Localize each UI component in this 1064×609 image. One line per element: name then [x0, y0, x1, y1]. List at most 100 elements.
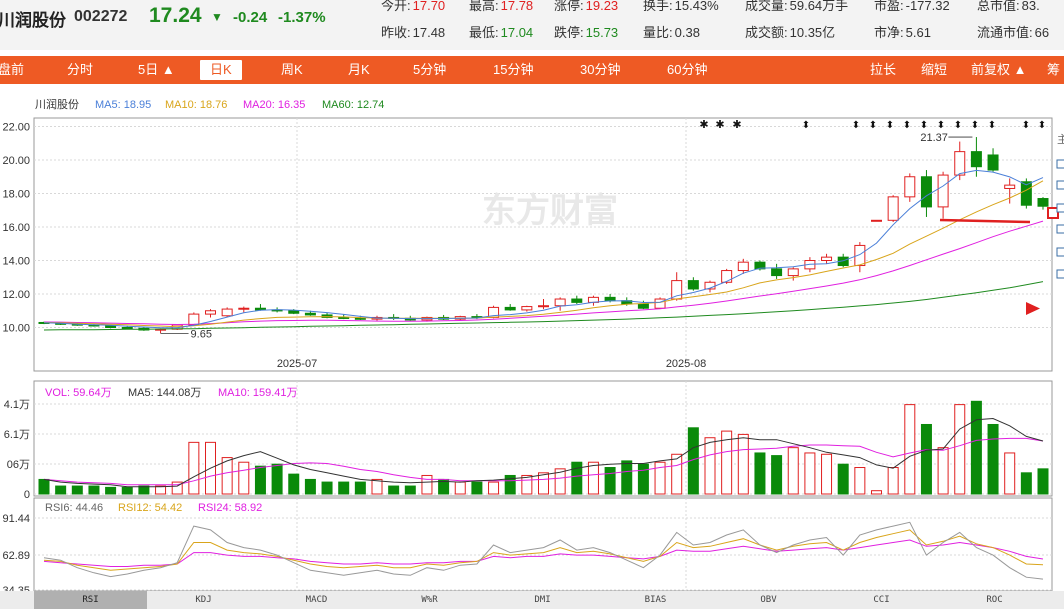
tab-3[interactable]: 日K [200, 60, 242, 80]
volume-bar [254, 465, 266, 495]
indicator-tab-rsi[interactable]: RSI [34, 591, 147, 609]
candle-body [954, 151, 966, 176]
volume-bar [371, 478, 383, 495]
price-tick-label: 14.00 [2, 256, 30, 268]
indicator-tab-dmi[interactable]: DMI [486, 591, 599, 609]
volume-bar [771, 455, 783, 495]
stat-value: 15.73 [585, 25, 619, 40]
stat-label: 量比: [643, 25, 673, 40]
volume-bar [970, 400, 982, 495]
candle-body [787, 268, 799, 277]
volume-bar [1037, 468, 1049, 495]
tab-8[interactable]: 30分钟 [580, 56, 620, 84]
tab-5[interactable]: 月K [348, 56, 370, 84]
candle-body [354, 317, 366, 320]
tab-2[interactable]: 5日 ▲ [138, 56, 175, 84]
stat-value: 19.23 [585, 0, 619, 13]
indicator-tab-roc[interactable]: ROC [938, 591, 1051, 609]
volume-bar [454, 481, 466, 495]
side-panel-label: 主 [1057, 133, 1064, 146]
low-annotation: 9.65 [191, 328, 212, 340]
event-marker-icon: ⬍ [903, 120, 911, 131]
stat-1-2: 涨停: 19.23 [554, 0, 618, 14]
candle-body [987, 154, 999, 171]
volume-bar [155, 485, 167, 495]
side-checkbox-icon [1056, 224, 1064, 234]
stat-label: 市盈: [874, 0, 904, 13]
volume-bar [887, 467, 899, 495]
side-checkbox-icon [1056, 180, 1064, 190]
candle-body [121, 327, 133, 329]
stat-2-4: 成交额: 10.35亿 [745, 22, 835, 41]
event-marker-icon: ⬍ [1038, 120, 1046, 131]
volume-bar [704, 437, 716, 495]
period-tab-bar: 盘前 分时 5日 ▲ 日K 周K 月K 5分钟 15分钟 30分钟 60分钟 拉长 缩短 前复权 ▲ 筹 [0, 56, 1064, 84]
tab-right-3[interactable]: 筹 [1047, 56, 1060, 84]
stat-value: 17.78 [500, 0, 534, 13]
volume-bar [671, 453, 683, 495]
volume-bar [871, 490, 882, 495]
tab-right-1[interactable]: 缩短 [921, 56, 947, 84]
stat-label: 流通市值: [977, 25, 1033, 40]
event-star-icon: ✱ [699, 119, 708, 131]
rsi-legend-0: RSI6: 44.46 [45, 502, 103, 514]
volume-bar [471, 481, 483, 495]
stat-value: 66 [1034, 25, 1050, 40]
event-marker-icon: ⬍ [971, 120, 979, 131]
stat-value: 5.61 [905, 25, 931, 40]
tab-right-0[interactable]: 拉长 [870, 56, 896, 84]
volume-bar [121, 486, 133, 495]
rsi-legend-1: RSI12: 54.42 [118, 502, 182, 514]
price-tick-label: 16.00 [2, 222, 30, 234]
tab-6[interactable]: 5分钟 [413, 56, 446, 84]
tab-7[interactable]: 15分钟 [493, 56, 533, 84]
candle-body [288, 310, 300, 314]
date-tick-label: 2025-07 [277, 358, 317, 370]
candle-body [904, 176, 916, 198]
tab-1[interactable]: 分时 [67, 56, 93, 84]
tab-4[interactable]: 周K [281, 56, 303, 84]
candle-body [1004, 184, 1016, 189]
volume-bar [854, 467, 866, 495]
volume-bar [637, 463, 649, 495]
indicator-tab-obv[interactable]: OBV [712, 591, 825, 609]
indicator-tab-wr[interactable]: W%R [373, 591, 486, 609]
stat-label: 换手: [643, 0, 673, 13]
indicator-tab-bias[interactable]: BIAS [599, 591, 712, 609]
vol-tick-label: 6.1万 [4, 429, 30, 441]
candle-body [887, 196, 899, 221]
event-marker-icon: ⬍ [988, 120, 996, 131]
indicator-tab-macd[interactable]: MACD [260, 591, 373, 609]
indicator-tab-cci[interactable]: CCI [825, 591, 938, 609]
event-marker-icon: ⬍ [852, 120, 860, 131]
stat-label: 跌停: [554, 25, 584, 40]
candle-body [571, 298, 583, 303]
volume-bar [571, 461, 583, 495]
candle-body [737, 261, 749, 272]
tab-0[interactable]: 盘前 [0, 56, 24, 84]
price-legend-4: MA60: 12.74 [322, 99, 384, 111]
stock-name: 川润股份 [0, 11, 66, 30]
candle-body [238, 307, 250, 310]
indicator-tab-kdj[interactable]: KDJ [147, 591, 260, 609]
candle-body [937, 174, 949, 208]
volume-bar [338, 481, 350, 495]
price-change: -0.24 [233, 9, 268, 26]
candle-body [338, 316, 350, 319]
stat-value: 0.38 [674, 25, 700, 40]
tab-right-2[interactable]: 前复权 ▲ [971, 56, 1026, 84]
candle-body [721, 270, 733, 283]
event-marker-icon: ⬍ [1022, 120, 1030, 131]
price-tick-label: 22.00 [2, 122, 30, 134]
volume-bar [621, 460, 633, 495]
candle-body [970, 151, 982, 168]
volume-bar [321, 481, 333, 495]
stat-value: 59.64万手 [789, 0, 849, 13]
volume-bar [304, 478, 316, 495]
stat-label: 最低: [469, 25, 499, 40]
rsi-tick-label: 62.89 [2, 550, 30, 562]
tab-9[interactable]: 60分钟 [667, 56, 707, 84]
price-legend-3: MA20: 16.35 [243, 99, 305, 111]
volume-bar [837, 463, 849, 495]
candle-body [771, 268, 783, 277]
